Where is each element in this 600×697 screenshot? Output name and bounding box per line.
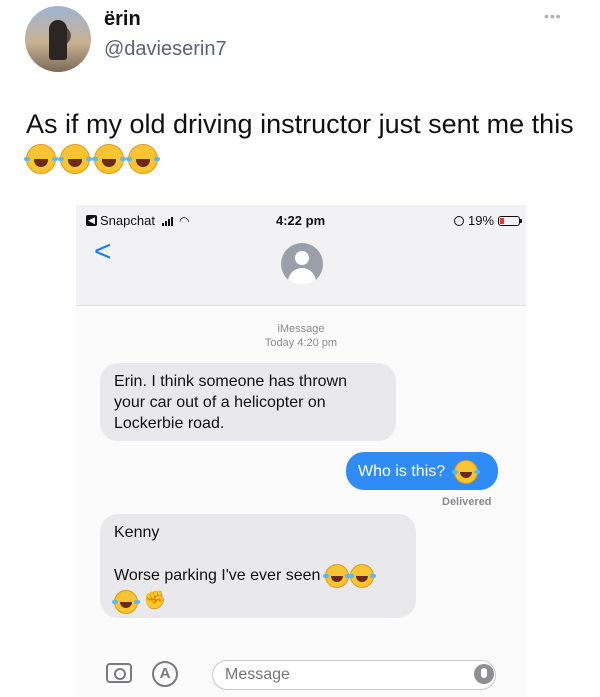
joy-emoji-icon (347, 564, 374, 588)
message-text: Erin. I think someone has thrown your ca… (114, 373, 348, 432)
message-text: Worse parking I've ever seen (114, 567, 321, 585)
message-bubble-sent[interactable]: Who is this? (346, 452, 498, 490)
service-label: iMessage (277, 323, 325, 335)
orientation-lock-icon (454, 215, 464, 226)
message-screenshot: ◀ Snapchat ◠ 4:22 pm 19% < iMessage Toda… (76, 205, 526, 697)
message-text: Kenny (114, 524, 160, 541)
user-handle[interactable]: @davieserin7 (104, 38, 227, 61)
thread-timestamp: Today 4:20 pm (264, 337, 338, 349)
conversation-header: ◀ Snapchat ◠ 4:22 pm 19% < (76, 205, 526, 306)
joy-emoji-icon (126, 144, 158, 174)
tweet-text: As if my old driving instructor just sen… (26, 109, 574, 139)
back-to-app-icon[interactable]: ◀ (86, 215, 97, 226)
signal-icon (161, 216, 173, 226)
status-bar-right: 19% (454, 213, 523, 228)
contact-avatar[interactable] (281, 243, 323, 285)
joy-emoji-icon (92, 144, 124, 174)
back-app-label[interactable]: Snapchat (100, 213, 155, 228)
thumbs-up-icon: ✊ (143, 590, 166, 611)
status-bar-left: ◀ Snapchat ◠ (86, 213, 189, 228)
battery-percent: 19% (468, 213, 495, 228)
message-bubble-received[interactable]: Erin. I think someone has thrown your ca… (100, 363, 396, 441)
joy-emoji-icon (451, 460, 478, 484)
message-bubble-received[interactable]: Kenny Worse parking I've ever seen ✊ (100, 514, 416, 618)
joy-emoji-icon (112, 590, 138, 614)
microphone-icon[interactable] (474, 664, 494, 684)
tweet-emoji-row (24, 144, 162, 174)
camera-icon[interactable] (106, 663, 132, 683)
status-bar-time: 4:22 pm (276, 213, 326, 228)
wifi-icon: ◠ (178, 213, 190, 228)
battery-icon (498, 215, 523, 226)
avatar[interactable] (25, 6, 91, 72)
message-text: Who is this? (358, 463, 446, 481)
joy-emoji-icon (58, 144, 90, 174)
app-store-icon[interactable]: A (152, 661, 178, 687)
message-input[interactable] (212, 660, 496, 690)
back-chevron-icon[interactable]: < (94, 235, 112, 269)
more-dots-icon[interactable]: ••• (544, 8, 562, 24)
message-composer: A (76, 653, 526, 697)
delivered-status: Delivered (442, 496, 492, 508)
joy-emoji-icon (322, 564, 349, 588)
joy-emoji-icon (24, 144, 56, 174)
display-name[interactable]: ërin (104, 8, 141, 31)
